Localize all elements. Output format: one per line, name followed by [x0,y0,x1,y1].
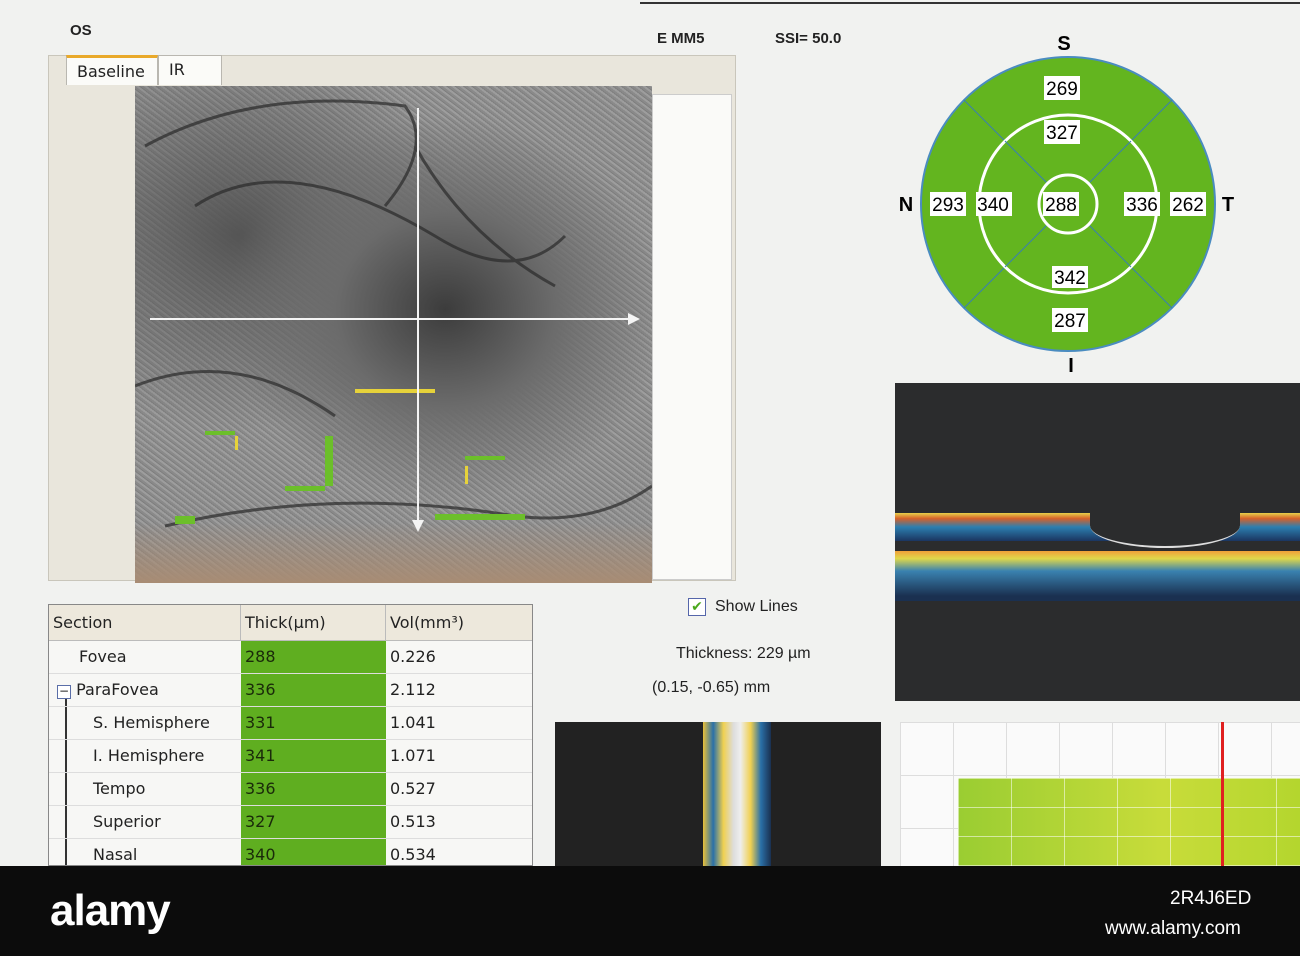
outer-nasal-value: 293 [932,195,964,216]
watermark-bar: alamy 2R4J6ED www.alamy.com [0,866,1300,956]
thick-value: 336 [241,773,386,805]
oct-bscan-image[interactable] [895,383,1300,701]
thick-value: 341 [241,740,386,772]
image-margin [652,94,732,580]
header-section[interactable]: Section [49,605,241,641]
thick-value: 340 [241,839,386,865]
label-nasal: N [899,194,913,216]
table-row[interactable]: I. Hemisphere 341 1.071 [49,740,532,773]
slice-band [703,722,771,866]
fundus-vessels [135,99,652,528]
thick-value: 336 [241,674,386,706]
table-row[interactable]: Tempo 336 0.527 [49,773,532,806]
vertical-scan-line[interactable] [417,108,419,528]
outer-inferior-value: 287 [1054,311,1086,332]
table-header: Section Thick(µm) Vol(mm³) [49,605,532,641]
outer-temporal-value: 262 [1172,195,1204,216]
position-marker-line[interactable] [1221,722,1224,866]
tab-baseline[interactable]: Baseline [66,55,158,85]
header-thick[interactable]: Thick(µm) [241,605,386,641]
foveal-pit [1090,503,1240,548]
position-readout: (0.15, -0.65) mm [652,679,771,696]
show-lines-checkbox[interactable]: ✔ [688,598,706,616]
table-row[interactable]: Superior 327 0.513 [49,806,532,839]
label-superior: S [1057,33,1070,55]
inner-temporal-value: 336 [1126,195,1158,216]
retina-layer-lower [895,551,1300,601]
vol-value: 0.226 [390,647,436,666]
inner-inferior-value: 342 [1054,268,1086,289]
table-row[interactable]: S. Hemisphere 331 1.041 [49,707,532,740]
top-border [640,2,1300,4]
table-row[interactable]: Nasal 340 0.534 [49,839,532,865]
arrow-right-icon [628,313,640,325]
arrow-down-icon [412,520,424,532]
collapse-icon[interactable]: − [57,685,71,699]
thickness-map-fill [958,778,1300,866]
watermark-image-id: 2R4J6ED [1170,888,1252,909]
vol-value: 1.071 [390,746,436,765]
section-name: I. Hemisphere [93,746,205,765]
vol-value: 0.513 [390,812,436,831]
thick-value: 327 [241,806,386,838]
section-name: S. Hemisphere [93,713,210,732]
etdrs-thickness-map: S I N T 269 327 288 293 340 336 262 342 … [899,33,1234,377]
show-lines-label[interactable]: Show Lines [715,598,798,616]
table-row[interactable]: Fovea 288 0.226 [49,641,532,674]
center-value: 288 [1045,195,1077,216]
section-name: Fovea [79,647,127,666]
ssi-value: SSI= 50.0 [775,30,842,47]
horizontal-scan-line[interactable] [150,318,630,320]
table-row[interactable]: − ParaFovea 336 2.112 [49,674,532,707]
label-inferior: I [1068,355,1074,377]
watermark-logo: alamy [50,886,171,935]
thickness-table: Section Thick(µm) Vol(mm³) Fovea 288 0.2… [48,604,533,866]
vol-value: 1.041 [390,713,436,732]
thick-value: 288 [241,641,386,673]
scan-type: E MM5 [657,30,705,47]
inner-nasal-value: 340 [977,195,1009,216]
thick-value: 331 [241,707,386,739]
oct-slice-image[interactable] [555,722,881,866]
eye-label: OS [70,22,92,39]
header-vol[interactable]: Vol(mm³) [386,605,532,641]
vol-value: 0.527 [390,779,436,798]
label-temporal: T [1222,194,1234,216]
watermark-url: www.alamy.com [1105,918,1241,939]
section-name: Tempo [93,779,146,798]
vol-value: 2.112 [390,680,436,699]
section-name: Superior [93,812,161,831]
tab-ir[interactable]: IR [158,55,222,85]
section-name: Nasal [93,845,138,864]
fundus-image[interactable] [135,86,652,583]
vol-value: 0.534 [390,845,436,864]
section-name: ParaFovea [76,680,159,699]
outer-superior-value: 269 [1046,79,1078,100]
thickness-readout: Thickness: 229 µm [676,645,811,662]
inner-superior-value: 327 [1046,123,1078,144]
